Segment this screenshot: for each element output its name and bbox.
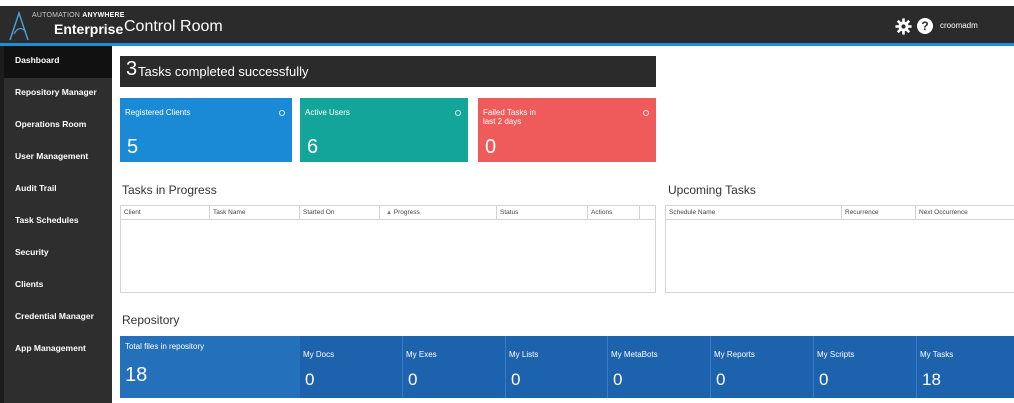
sidebar-item-user-management[interactable]: User Management — [4, 142, 112, 174]
sidebar-item-app-management[interactable]: App Management — [4, 334, 112, 366]
repo-cell-label: My Tasks — [920, 350, 954, 359]
help-icon[interactable]: ? — [917, 18, 933, 34]
sidebar-item-dashboard[interactable]: Dashboard — [4, 46, 112, 78]
brand-main: Enterprise — [54, 21, 124, 37]
repo-my-docs[interactable]: My Docs 0 — [300, 336, 402, 398]
repo-my-tasks[interactable]: My Tasks 18 — [917, 336, 1014, 398]
status-banner: 3 Tasks completed successfully — [120, 56, 656, 87]
refresh-icon[interactable] — [643, 110, 649, 116]
tile-active-users[interactable]: Active Users 6 — [300, 98, 468, 162]
banner-count: 3 — [126, 58, 138, 80]
sidebar-item-credential-manager[interactable]: Credential Manager — [4, 302, 112, 334]
banner-text: Tasks completed successfully — [138, 64, 309, 79]
repo-cell-label: My Reports — [714, 350, 755, 359]
repo-cell-value: 0 — [305, 370, 315, 389]
repo-my-exes[interactable]: My Exes 0 — [403, 336, 505, 398]
brand-top-prefix: AUTOMATION — [32, 12, 81, 19]
column-header-started-on-label: Started On — [303, 209, 335, 216]
repo-cell-label: My Docs — [303, 350, 335, 359]
grid-header: Client Task Name Started On ▲ Progress S… — [121, 206, 655, 220]
sidebar-item-audit-trail[interactable]: Audit Trail — [4, 174, 112, 206]
grid-header: Schedule Name Recurrence Next Occurrence — [666, 206, 1014, 220]
column-header-client[interactable]: Client — [121, 206, 210, 220]
repo-cell-value: 18 — [922, 370, 941, 389]
repo-cell-value: 0 — [613, 370, 623, 389]
sidebar: Dashboard Repository Manager Operations … — [0, 46, 112, 403]
sidebar-item-task-schedules[interactable]: Task Schedules — [4, 206, 112, 238]
repo-cell-label: My Lists — [509, 350, 539, 359]
tile-value: 0 — [485, 136, 497, 158]
tile-value: 6 — [307, 136, 319, 158]
sidebar-item-operations-room[interactable]: Operations Room — [4, 110, 112, 142]
repo-total-files[interactable]: Total files in repository 18 — [120, 336, 300, 398]
column-header-recurrence[interactable]: Recurrence — [842, 206, 916, 220]
repo-cell-value: 0 — [716, 370, 726, 389]
tile-label: Active Users — [305, 108, 350, 117]
repo-my-scripts[interactable]: My Scripts 0 — [814, 336, 916, 398]
brand-top: AUTOMATION ANYWHERE — [32, 12, 125, 19]
repo-total-value: 18 — [125, 364, 148, 386]
repo-cell-value: 0 — [819, 370, 829, 389]
page-title: Control Room — [124, 18, 223, 35]
gear-icon[interactable] — [895, 18, 912, 35]
repository-panel: Total files in repository 18 My Docs 0 M… — [120, 336, 1014, 398]
column-header-started-on[interactable]: Started On — [300, 206, 380, 220]
tile-registered-clients[interactable]: Registered Clients 5 — [120, 98, 292, 162]
column-header-schedule-name[interactable]: Schedule Name — [666, 206, 842, 220]
repo-cell-value: 0 — [511, 370, 521, 389]
column-header-actions[interactable]: Actions — [588, 206, 640, 220]
column-header-status[interactable]: Status — [497, 206, 588, 220]
column-header-task-name[interactable]: Task Name — [210, 206, 300, 220]
repo-cell-label: My MetaBots — [611, 350, 658, 359]
tile-value: 5 — [127, 136, 139, 158]
column-header-progress-label: Progress — [393, 209, 420, 216]
tasks-in-progress-grid: Client Task Name Started On ▲ Progress S… — [120, 205, 656, 293]
repository-title: Repository — [122, 313, 180, 327]
repo-my-lists[interactable]: My Lists 0 — [506, 336, 607, 398]
column-header-progress[interactable]: ▲ Progress — [380, 206, 497, 220]
repo-cell-label: My Scripts — [817, 350, 855, 359]
tile-label: Registered Clients — [125, 108, 191, 117]
repo-cell-label: My Exes — [406, 350, 437, 359]
sort-ascending-icon[interactable]: ▲ — [386, 210, 392, 216]
sidebar-item-clients[interactable]: Clients — [4, 270, 112, 302]
brand-top-bold: ANYWHERE — [82, 12, 125, 19]
tile-failed-tasks[interactable]: Failed Tasks in last 2 days 0 — [478, 98, 656, 162]
column-header-next-occurrence[interactable]: Next Occurrence — [916, 206, 1014, 220]
refresh-icon[interactable] — [455, 110, 461, 116]
automation-anywhere-logo-icon — [9, 10, 29, 41]
repo-cell-value: 0 — [408, 370, 418, 389]
repo-my-metabots[interactable]: My MetaBots 0 — [608, 336, 710, 398]
header-bar: AUTOMATION ANYWHERE Enterprise Control R… — [0, 6, 1014, 46]
sidebar-item-repository-manager[interactable]: Repository Manager — [4, 78, 112, 110]
upcoming-tasks-title: Upcoming Tasks — [668, 183, 756, 197]
refresh-icon[interactable] — [279, 110, 285, 116]
tasks-in-progress-title: Tasks in Progress — [122, 183, 217, 197]
upcoming-tasks-grid: Schedule Name Recurrence Next Occurrence — [665, 205, 1014, 293]
tile-label: Failed Tasks in last 2 days — [483, 108, 536, 126]
repo-my-reports[interactable]: My Reports 0 — [711, 336, 813, 398]
username[interactable]: croomadm — [940, 21, 978, 30]
repo-total-label: Total files in repository — [125, 342, 205, 351]
sidebar-item-security[interactable]: Security — [4, 238, 112, 270]
